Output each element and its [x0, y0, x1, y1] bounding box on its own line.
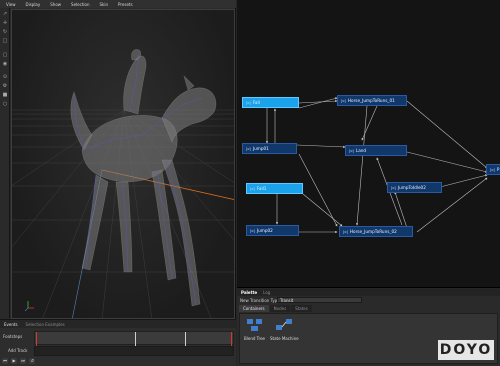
watermark-logo: DOYO — [438, 340, 494, 360]
palette-blend-tree[interactable]: Blend Tree — [244, 318, 265, 341]
select-icon[interactable]: ↗ — [2, 11, 8, 17]
pivot-icon[interactable]: ○ — [2, 101, 8, 107]
state-node-jumptoidle02[interactable]: [o] JumpToIdle02 — [387, 182, 442, 193]
state-node-jump01[interactable]: [o] Jump01 — [242, 143, 297, 154]
menu-selection[interactable]: Selection — [71, 2, 89, 7]
lock-icon[interactable]: ■ — [2, 92, 8, 98]
event-track[interactable] — [34, 346, 234, 356]
move-icon[interactable]: ✛ — [2, 20, 8, 26]
playhead[interactable] — [135, 332, 136, 346]
state-icon: [o] — [341, 98, 346, 103]
tab-events[interactable]: Events — [4, 322, 18, 327]
add-track-button[interactable]: Add Track — [8, 348, 27, 353]
range-start-marker[interactable] — [36, 332, 37, 346]
camera-icon[interactable]: ◉ — [2, 61, 8, 67]
rotate-icon[interactable]: ↻ — [2, 29, 8, 35]
tab-palette[interactable]: Palette — [241, 290, 257, 295]
frame-icon[interactable]: ▢ — [2, 52, 8, 58]
state-node-horse-jumptoruns-01[interactable]: [o] Horse_JumpToRuns_01 — [337, 95, 407, 106]
state-node-land[interactable]: [o] Land — [345, 145, 407, 156]
new-transition-type-label: New Transition Type — [240, 298, 280, 303]
state-icon: [o] — [250, 228, 255, 233]
3d-viewport[interactable] — [11, 9, 235, 319]
tab-nodes[interactable]: Nodes — [269, 305, 291, 312]
state-node-horse-jumptoruns-02[interactable]: [o] Horse_JumpToRuns_02 — [339, 226, 413, 237]
footsteps-label: Footsteps — [3, 334, 23, 339]
loop-icon[interactable]: ↺ — [29, 358, 35, 364]
menu-view[interactable]: View — [6, 2, 16, 7]
menu-presets[interactable]: Presets — [118, 2, 133, 7]
tab-log[interactable]: Log — [263, 290, 270, 295]
playback-controls: ⏮ ▶ ⏭ ↺ — [2, 358, 35, 364]
blend-tree-icon — [246, 319, 262, 331]
rewind-icon[interactable]: ⏮ — [2, 358, 8, 364]
tab-containers[interactable]: Containers — [239, 305, 269, 312]
new-transition-type-select[interactable]: Transit — [277, 297, 362, 303]
state-node-jump02[interactable]: [o] Jump02 — [246, 225, 299, 236]
settings-icon[interactable]: ⚙ — [2, 83, 8, 89]
forward-icon[interactable]: ⏭ — [20, 358, 26, 364]
state-icon: [o] — [343, 229, 348, 234]
horse-model — [70, 49, 217, 307]
viewport-menubar: View Display Show Selection Skin Presets — [0, 0, 236, 8]
state-icon: [o] — [250, 186, 255, 191]
state-node-fall[interactable]: [o] Fall — [242, 97, 299, 108]
menu-show[interactable]: Show — [50, 2, 61, 7]
state-node-fall1[interactable]: [o] Fall1 — [246, 183, 303, 194]
tab-selection-examples[interactable]: Selection Examples — [26, 322, 65, 327]
scale-icon[interactable]: □ — [2, 38, 8, 44]
tool-strip: ↗ ✛ ↻ □ ▢ ◉ ⊙ ⚙ ■ ○ — [0, 8, 10, 318]
state-icon: [o] — [349, 148, 354, 153]
state-node-p[interactable]: [o] P — [486, 164, 500, 175]
state-icon: [o] — [490, 167, 495, 172]
state-icon: [o] — [246, 100, 251, 105]
timeline-panel: Events Selection Examples Footsteps Add … — [0, 319, 236, 366]
state-icon: [o] — [246, 146, 251, 151]
menu-skin[interactable]: Skin — [99, 2, 108, 7]
state-machine-icon — [276, 319, 293, 330]
menu-display[interactable]: Display — [26, 2, 41, 7]
viewport-panel: View Display Show Selection Skin Presets… — [0, 0, 236, 366]
palette-state-machine[interactable]: State Machine — [270, 318, 299, 341]
state-graph-canvas[interactable]: [o] Fall [o] Horse_JumpToRuns_01 [o] Jum… — [237, 0, 500, 288]
snap-icon[interactable]: ⊙ — [2, 74, 8, 80]
key-marker[interactable] — [185, 332, 186, 346]
state-icon: [o] — [391, 185, 396, 190]
play-icon[interactable]: ▶ — [11, 358, 17, 364]
range-end-marker[interactable] — [231, 332, 232, 346]
timeline-track[interactable] — [34, 331, 234, 346]
tab-states[interactable]: States — [291, 305, 312, 312]
